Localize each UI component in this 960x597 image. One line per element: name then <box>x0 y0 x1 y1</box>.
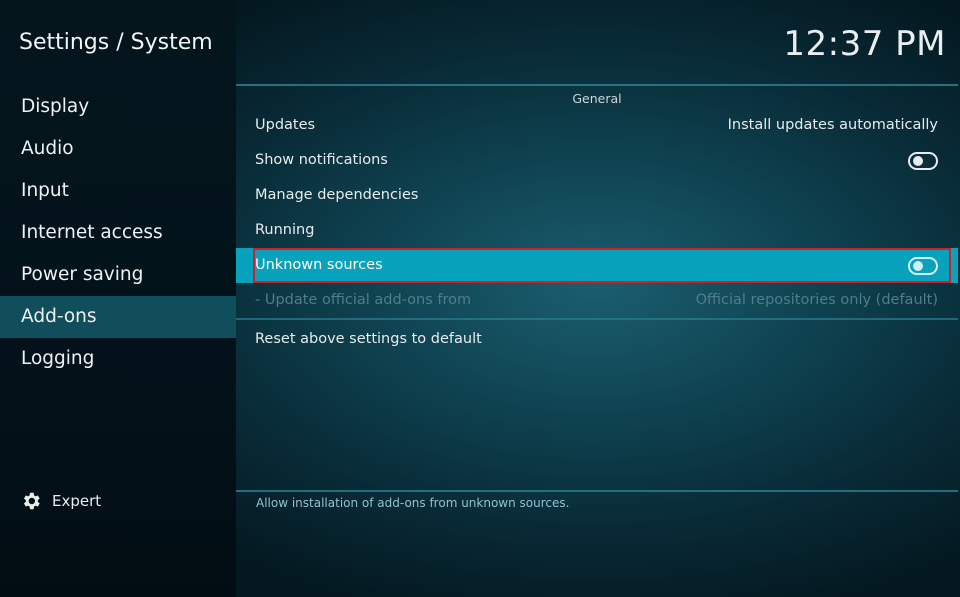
settings-panel: General Updates Install updates automati… <box>236 84 958 357</box>
sidebar-item-input[interactable]: Input <box>0 170 236 212</box>
setting-manage-dependencies[interactable]: Manage dependencies <box>236 178 958 213</box>
reset-label: Reset above settings to default <box>255 331 482 347</box>
sidebar-item-add-ons[interactable]: Add-ons <box>0 296 236 338</box>
setting-label: Running <box>255 222 315 238</box>
sidebar-item-logging[interactable]: Logging <box>0 338 236 380</box>
setting-running[interactable]: Running <box>236 213 958 248</box>
sidebar-item-power-saving[interactable]: Power saving <box>0 254 236 296</box>
reset-divider <box>236 318 958 320</box>
sidebar-item-audio[interactable]: Audio <box>0 128 236 170</box>
group-title: General <box>572 91 622 106</box>
kodi-settings-screen: Settings / System Display Audio Input In… <box>0 0 960 597</box>
setting-unknown-sources[interactable]: Unknown sources <box>236 248 958 283</box>
setting-update-official-addons-from: - Update official add-ons from Official … <box>236 283 958 318</box>
expert-label: Expert <box>52 492 102 510</box>
toggle-switch[interactable] <box>908 257 938 275</box>
setting-label: Manage dependencies <box>255 187 419 203</box>
toggle-switch[interactable] <box>908 152 938 170</box>
setting-show-notifications[interactable]: Show notifications <box>236 143 958 178</box>
setting-label: Updates <box>255 117 316 133</box>
setting-label: Show notifications <box>255 152 388 168</box>
reset-settings-button[interactable]: Reset above settings to default <box>236 322 958 357</box>
setting-value: Official repositories only (default) <box>695 292 938 308</box>
gear-icon <box>23 492 40 510</box>
setting-updates[interactable]: Updates Install updates automatically <box>236 108 958 143</box>
setting-value: Install updates automatically <box>727 117 938 133</box>
setting-label: - Update official add-ons from <box>255 292 472 308</box>
help-text: Allow installation of add-ons from unkno… <box>256 496 570 510</box>
page-title: Settings / System <box>19 30 213 55</box>
sidebar-item-display[interactable]: Display <box>0 86 236 128</box>
clock: 12:37 PM <box>783 24 946 64</box>
sidebar-nav: Display Audio Input Internet access Powe… <box>0 86 236 380</box>
sidebar: Settings / System Display Audio Input In… <box>0 0 236 597</box>
expert-level-button[interactable]: Expert <box>20 489 101 513</box>
sidebar-item-internet-access[interactable]: Internet access <box>0 212 236 254</box>
footer-divider <box>236 490 958 492</box>
setting-label: Unknown sources <box>255 257 383 273</box>
panel-top-divider <box>236 84 958 86</box>
